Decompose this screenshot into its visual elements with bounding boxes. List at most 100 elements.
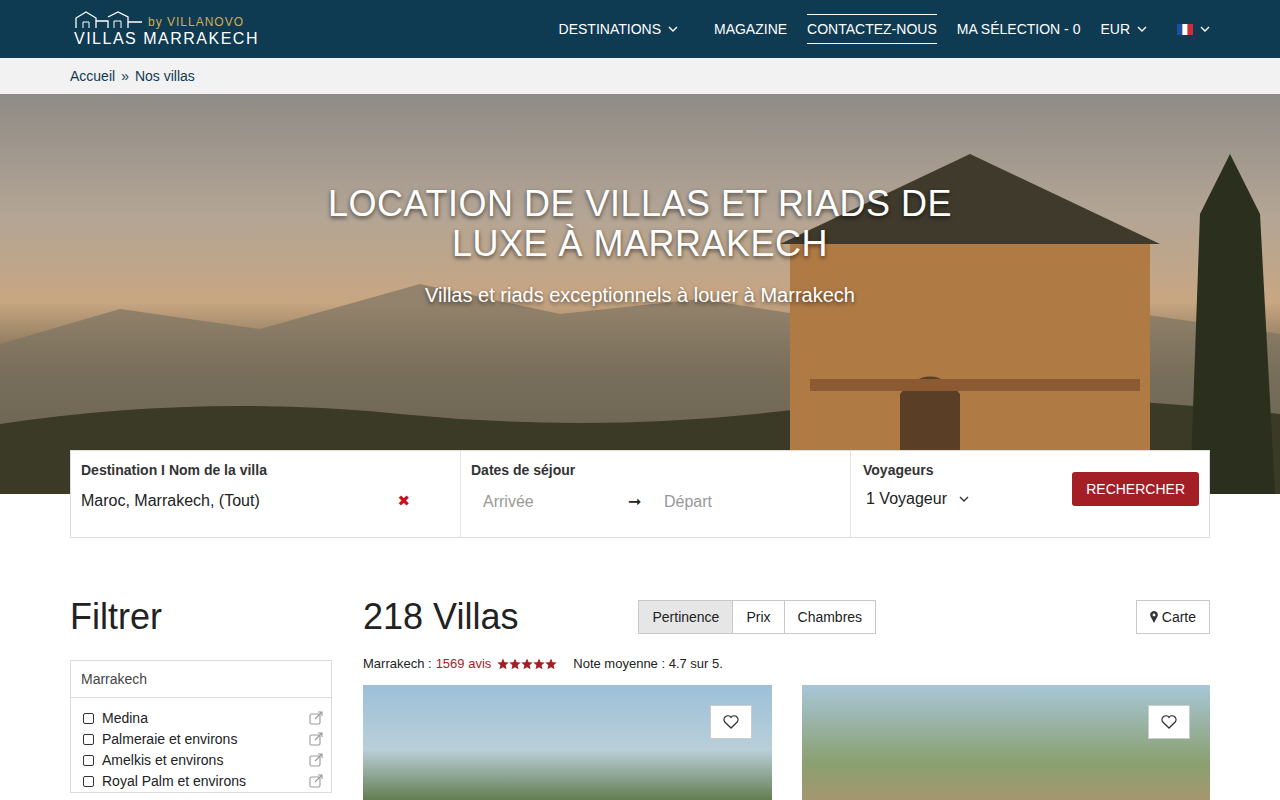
filter-item[interactable]: Medina <box>71 698 331 729</box>
dates-inputs: Arrivée➞Départ <box>471 492 840 511</box>
nav-label: MA SÉLECTION - 0 <box>957 21 1081 37</box>
french-flag-icon <box>1177 24 1193 35</box>
star-icon <box>545 658 557 670</box>
nav-item[interactable]: DESTINATIONS <box>559 14 678 44</box>
nav-item[interactable]: EUR <box>1100 14 1147 44</box>
filter-group-title: Marrakech <box>71 661 331 698</box>
nav-item[interactable]: CONTACTEZ-NOUS <box>807 14 937 44</box>
external-link-icon <box>309 753 323 767</box>
nav-item[interactable]: MA SÉLECTION - 0 <box>957 14 1081 44</box>
guests-select[interactable]: 1 Voyageur <box>863 490 969 508</box>
filter-label: Palmeraie et environs <box>102 731 237 747</box>
field-label: Voyageurs <box>863 462 969 478</box>
sort-button[interactable]: Pertinence <box>639 601 733 633</box>
map-pin-icon <box>1150 611 1158 623</box>
checkbox[interactable] <box>83 755 94 766</box>
filter-title: Filtrer <box>70 596 332 638</box>
hero-title: LOCATION DE VILLAS ET RIADS DELUXE À MAR… <box>328 184 952 264</box>
language-menu[interactable] <box>1177 17 1210 42</box>
results-header: 218 Villas PertinencePrixChambres Carte <box>363 596 1210 638</box>
chevron-down-icon <box>959 496 969 502</box>
hero-banner: LOCATION DE VILLAS ET RIADS DELUXE À MAR… <box>0 94 1280 494</box>
destination-value[interactable]: Maroc, Marrakech, (Tout) <box>81 492 260 510</box>
nav-item[interactable]: MAGAZINE <box>714 14 787 44</box>
results: 218 Villas PertinencePrixChambres Carte Mar… <box>363 596 1210 800</box>
villa-card[interactable] <box>802 685 1211 800</box>
departure-input[interactable]: Départ <box>664 493 712 511</box>
sort-button[interactable]: Chambres <box>785 601 876 633</box>
hero-text: LOCATION DE VILLAS ET RIADS DELUXE À MAR… <box>0 94 1280 307</box>
filter-list: Medina Palmeraie et environs Amelkis et en… <box>71 698 331 792</box>
guests-group: Voyageurs 1 Voyageur <box>863 462 969 508</box>
main-nav: DESTINATIONS MAGAZINE CONTACTEZ-NOUS MA SÉL… <box>559 14 1210 44</box>
rating-average: Note moyenne : 4.7 sur 5. <box>573 656 723 671</box>
villa-card[interactable] <box>363 685 772 800</box>
sort-button[interactable]: Prix <box>733 601 784 633</box>
chevron-down-icon <box>668 26 678 32</box>
star-icon <box>521 658 533 670</box>
heart-icon <box>723 715 739 729</box>
checkbox[interactable] <box>83 713 94 724</box>
logo[interactable]: by VILLANOVOVILLAS MARRAKECH <box>70 9 259 49</box>
nav-label: DESTINATIONS <box>559 21 661 37</box>
chevron-down-icon <box>1137 26 1147 32</box>
external-link-icon <box>309 732 323 746</box>
clear-button[interactable]: ✖ <box>397 492 410 510</box>
sort-group: PertinencePrixChambres <box>638 600 876 634</box>
filter-item[interactable]: Palmeraie et environs <box>71 729 331 750</box>
hero-title-line: LOCATION DE VILLAS ET RIADS DE <box>328 184 952 224</box>
breadcrumb-link[interactable]: Accueil <box>70 68 115 84</box>
header-inner: by VILLANOVOVILLAS MARRAKECH DESTINATIONS… <box>70 0 1210 58</box>
reviews-link[interactable]: 1569 avis <box>436 656 492 671</box>
breadcrumb: Accueil » Nos villas <box>70 58 1210 94</box>
logo-top: by VILLANOVO <box>74 9 259 29</box>
nav-label: EUR <box>1100 21 1130 37</box>
logo-tagline: by VILLANOVO <box>148 15 244 29</box>
logo-name: VILLAS MARRAKECH <box>74 29 259 49</box>
external-link-icon <box>309 711 323 725</box>
checkbox[interactable] <box>83 734 94 745</box>
chevron-down-icon <box>1200 26 1210 32</box>
arrow-icon: ➞ <box>628 492 664 511</box>
star-icon <box>509 658 521 670</box>
filter-option: Palmeraie et environs <box>83 731 237 747</box>
house-icon <box>74 9 144 29</box>
villa-cards <box>363 685 1210 800</box>
arrival-input[interactable]: Arrivée <box>483 493 628 511</box>
filter-label: Royal Palm et environs <box>102 773 246 789</box>
breadcrumb-separator: » <box>121 68 129 84</box>
listing-layout: Filtrer Marrakech Medina Palmeraie et envir… <box>70 538 1210 800</box>
star-icon <box>533 658 545 670</box>
hero-title-line: LUXE À MARRAKECH <box>328 224 952 264</box>
filter-option: Medina <box>83 710 148 726</box>
header: by VILLANOVOVILLAS MARRAKECH DESTINATIONS… <box>0 0 1280 58</box>
destination-input[interactable]: Maroc, Marrakech, (Tout) ✖ <box>81 492 450 510</box>
rating-line: Marrakech : 1569 avis Note moyenne : 4.7 s… <box>363 656 1210 671</box>
guests-field: Voyageurs 1 Voyageur RECHERCHER <box>851 451 1209 537</box>
star-rating <box>497 658 557 670</box>
map-button[interactable]: Carte <box>1136 600 1210 634</box>
results-count: 218 Villas <box>363 596 518 638</box>
filter-option: Royal Palm et environs <box>83 773 246 789</box>
hero-subtitle: Villas et riads exceptionnels à louer à … <box>425 284 855 307</box>
favorite-button[interactable] <box>710 705 752 739</box>
heart-icon <box>1161 715 1177 729</box>
filter-item[interactable]: Royal Palm et environs <box>71 771 331 792</box>
breadcrumb-bar: Accueil » Nos villas <box>0 58 1280 94</box>
guests-value: 1 Voyageur <box>866 490 947 508</box>
breadcrumb-link[interactable]: Nos villas <box>135 68 195 84</box>
search-box: Destination I Nom de la villa Maroc, Marr… <box>70 450 1210 538</box>
rating-place: Marrakech : <box>363 656 432 671</box>
search-button[interactable]: RECHERCHER <box>1072 472 1199 506</box>
dates-field: Dates de séjourArrivée➞Départ <box>461 451 851 537</box>
checkbox[interactable] <box>83 776 94 787</box>
filter-item[interactable]: Amelkis et environs <box>71 750 331 771</box>
destination-field: Destination I Nom de la villa Maroc, Marr… <box>71 451 461 537</box>
favorite-button[interactable] <box>1148 705 1190 739</box>
filter-label: Medina <box>102 710 148 726</box>
sidebar: Filtrer Marrakech Medina Palmeraie et envir… <box>70 596 332 800</box>
field-label: Destination I Nom de la villa <box>81 462 450 478</box>
filter-label: Amelkis et environs <box>102 752 223 768</box>
content: Destination I Nom de la villa Maroc, Marr… <box>70 450 1210 800</box>
filter-option: Amelkis et environs <box>83 752 223 768</box>
